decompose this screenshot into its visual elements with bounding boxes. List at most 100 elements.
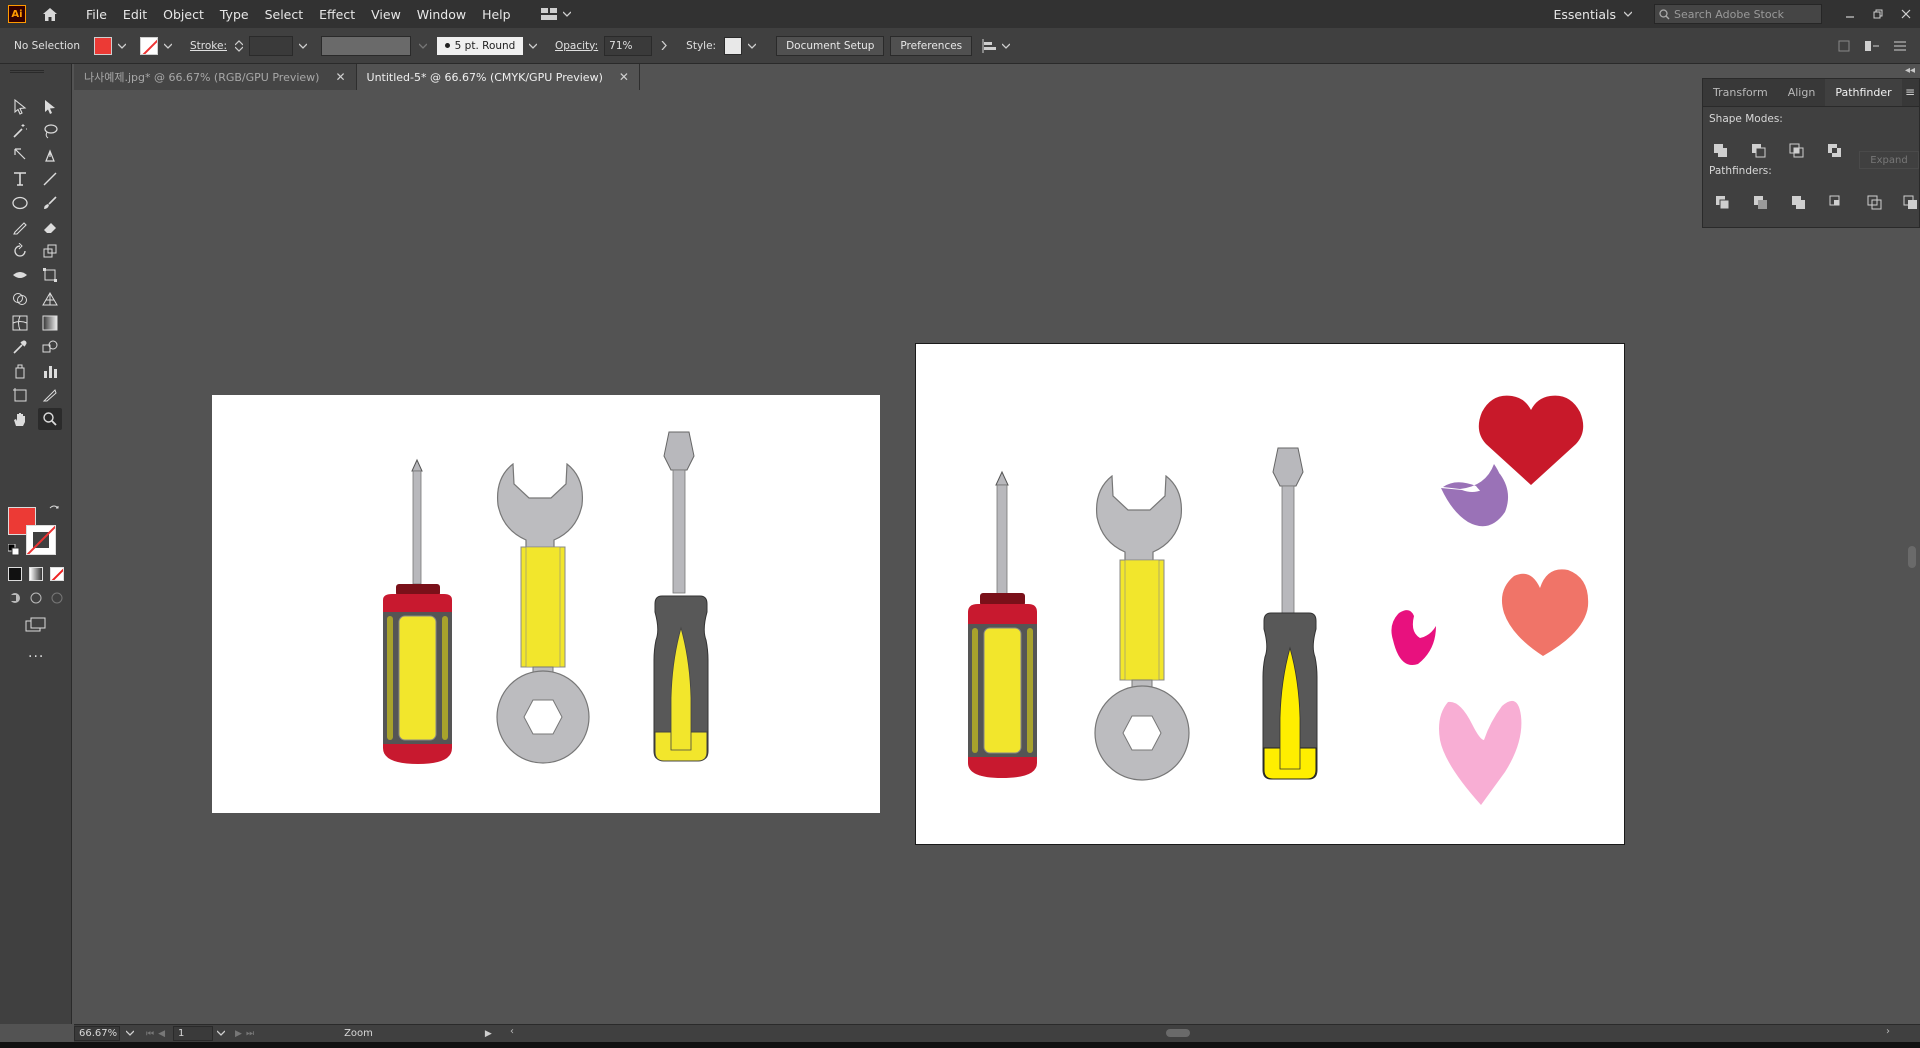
fill-swatch[interactable] bbox=[94, 36, 112, 55]
curvature-tool[interactable] bbox=[38, 144, 62, 166]
align-options-button[interactable] bbox=[982, 38, 1011, 53]
brush-dropdown[interactable] bbox=[527, 40, 539, 52]
swap-fill-stroke-icon[interactable] bbox=[48, 504, 60, 519]
artboard-2[interactable] bbox=[915, 343, 1625, 845]
artboard-number[interactable]: 1 bbox=[173, 1026, 214, 1041]
graphic-style-swatch[interactable] bbox=[724, 36, 743, 55]
menu-object[interactable]: Object bbox=[155, 7, 212, 22]
slice-tool[interactable] bbox=[38, 384, 62, 406]
exclude-icon[interactable] bbox=[1827, 143, 1843, 159]
preferences-button[interactable]: Preferences bbox=[890, 35, 973, 56]
menu-help[interactable]: Help bbox=[474, 7, 519, 22]
home-icon[interactable] bbox=[40, 5, 60, 23]
minus-front-icon[interactable] bbox=[1751, 143, 1767, 159]
hand-tool[interactable] bbox=[8, 408, 32, 430]
artboard-tool[interactable] bbox=[8, 384, 32, 406]
stroke-weight-input[interactable] bbox=[249, 35, 293, 56]
column-graph-tool[interactable] bbox=[38, 360, 62, 382]
menu-window[interactable]: Window bbox=[409, 7, 474, 22]
opacity-flyout[interactable] bbox=[658, 40, 670, 52]
tab-align[interactable]: Align bbox=[1778, 79, 1826, 106]
opacity-input[interactable]: 71% bbox=[604, 35, 653, 56]
color-mode-button[interactable] bbox=[8, 567, 22, 581]
eyedropper-tool[interactable] bbox=[8, 336, 32, 358]
menu-select[interactable]: Select bbox=[257, 7, 312, 22]
scroll-left-icon[interactable]: ‹ bbox=[510, 1026, 514, 1037]
scroll-right-icon[interactable]: › bbox=[1886, 1026, 1890, 1037]
vertical-scrollbar[interactable] bbox=[1906, 90, 1918, 1024]
paintbrush-tool[interactable] bbox=[38, 192, 62, 214]
draw-inside-icon[interactable] bbox=[50, 592, 64, 607]
menu-effect[interactable]: Effect bbox=[311, 7, 363, 22]
close-window-button[interactable] bbox=[1892, 4, 1920, 24]
tab-transform[interactable]: Transform bbox=[1703, 79, 1778, 106]
outline-icon[interactable] bbox=[1867, 195, 1883, 211]
horizontal-scrollbar[interactable]: ‹ › bbox=[510, 1026, 1890, 1040]
menu-file[interactable]: File bbox=[78, 7, 115, 22]
arrange-documents-button[interactable] bbox=[540, 8, 571, 20]
scale-tool[interactable] bbox=[38, 240, 62, 262]
opacity-label[interactable]: Opacity: bbox=[555, 40, 598, 52]
tab-nasa-example[interactable]: 나사예제.jpg* @ 66.67% (RGB/GPU Preview) ✕ bbox=[74, 64, 357, 90]
tab-untitled-5[interactable]: Untitled-5* @ 66.67% (CMYK/GPU Preview) … bbox=[356, 64, 640, 90]
symbol-sprayer-tool[interactable] bbox=[8, 360, 32, 382]
default-colors-icon[interactable] bbox=[7, 543, 20, 559]
free-transform-tool[interactable] bbox=[38, 264, 62, 286]
perspective-grid-tool[interactable] bbox=[38, 288, 62, 310]
restore-button[interactable] bbox=[1864, 4, 1892, 24]
gradient-mode-button[interactable] bbox=[29, 567, 43, 581]
stroke-weight-dropdown[interactable] bbox=[297, 40, 309, 52]
edit-toolbar-icon[interactable]: ··· bbox=[28, 649, 44, 665]
menu-type[interactable]: Type bbox=[212, 7, 257, 22]
divide-icon[interactable] bbox=[1715, 195, 1731, 211]
artboard-dropdown[interactable] bbox=[216, 1028, 226, 1039]
stroke-color-box[interactable] bbox=[26, 525, 56, 555]
draw-normal-icon[interactable] bbox=[8, 592, 22, 607]
fill-dropdown[interactable] bbox=[116, 40, 128, 52]
rotate-tool[interactable] bbox=[8, 240, 32, 262]
gradient-tool[interactable] bbox=[38, 312, 62, 334]
first-prev-artboard-icon[interactable]: ⏮◀ bbox=[146, 1029, 169, 1039]
artboard-1[interactable] bbox=[212, 395, 880, 813]
mesh-tool[interactable] bbox=[8, 312, 32, 334]
workspace-switcher[interactable]: Essentials bbox=[1553, 7, 1632, 22]
stroke-label[interactable]: Stroke: bbox=[190, 40, 227, 52]
ellipse-tool[interactable] bbox=[8, 192, 32, 214]
next-last-artboard-icon[interactable]: ▶⏭ bbox=[235, 1029, 258, 1039]
panel-menu-icon[interactable] bbox=[1894, 41, 1906, 51]
minimize-button[interactable] bbox=[1836, 4, 1864, 24]
screen-mode-icon[interactable] bbox=[25, 617, 47, 636]
stroke-dropdown[interactable] bbox=[162, 40, 174, 52]
status-menu-arrow[interactable]: ▶ bbox=[485, 1029, 492, 1039]
draw-behind-icon[interactable] bbox=[29, 592, 43, 607]
zoom-tool[interactable] bbox=[38, 408, 62, 430]
brush-definition[interactable]: 5 pt. Round bbox=[437, 36, 523, 55]
line-tool[interactable] bbox=[38, 168, 62, 190]
vertical-scroll-thumb[interactable] bbox=[1908, 546, 1916, 568]
direct-selection-tool[interactable] bbox=[38, 96, 62, 118]
blend-tool[interactable] bbox=[38, 336, 62, 358]
eraser-tool[interactable] bbox=[38, 216, 62, 238]
arrange-icon[interactable] bbox=[1864, 40, 1880, 52]
isolate-icon[interactable] bbox=[1838, 40, 1850, 52]
close-icon[interactable]: ✕ bbox=[619, 70, 629, 84]
close-icon[interactable]: ✕ bbox=[335, 70, 345, 84]
profile-dropdown[interactable] bbox=[417, 40, 429, 52]
shape-builder-tool[interactable] bbox=[8, 288, 32, 310]
zoom-dropdown[interactable] bbox=[125, 1028, 135, 1039]
pen-tool[interactable] bbox=[8, 144, 32, 166]
unite-icon[interactable] bbox=[1713, 143, 1729, 159]
tab-pathfinder[interactable]: Pathfinder bbox=[1825, 79, 1902, 106]
menu-view[interactable]: View bbox=[363, 7, 409, 22]
pencil-tool[interactable] bbox=[8, 216, 32, 238]
variable-width-profile[interactable] bbox=[321, 35, 411, 56]
stroke-weight-stepper[interactable] bbox=[235, 39, 243, 52]
merge-icon[interactable] bbox=[1791, 195, 1807, 211]
selection-tool[interactable] bbox=[8, 96, 32, 118]
horizontal-scroll-thumb[interactable] bbox=[1166, 1029, 1190, 1037]
menu-edit[interactable]: Edit bbox=[115, 7, 155, 22]
magic-wand-tool[interactable] bbox=[8, 120, 32, 142]
type-tool[interactable] bbox=[8, 168, 32, 190]
collapse-panels-icon[interactable]: ◂◂ bbox=[1905, 65, 1915, 76]
style-dropdown[interactable] bbox=[746, 40, 758, 52]
